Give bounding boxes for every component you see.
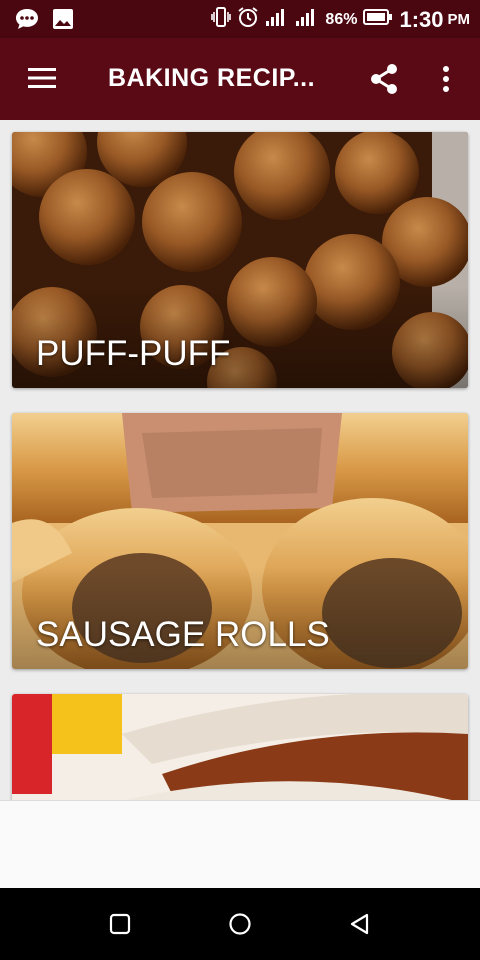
alarm-icon	[237, 6, 259, 33]
app-bar: BAKING RECIP...	[0, 38, 480, 120]
share-icon[interactable]	[368, 62, 400, 96]
third-recipe-photo	[12, 694, 468, 800]
status-bar: 86% 1:30 PM	[0, 0, 480, 38]
recipe-card-3[interactable]	[12, 694, 468, 800]
vibrate-icon	[211, 6, 232, 33]
menu-icon[interactable]	[26, 66, 58, 90]
app-title: BAKING RECIP...	[108, 64, 316, 92]
home-circle-icon[interactable]	[228, 912, 252, 936]
signal-icon-1	[265, 7, 289, 32]
back-triangle-icon[interactable]	[348, 912, 372, 936]
battery-icon	[363, 8, 393, 31]
signal-icon-2	[295, 7, 319, 32]
battery-percent: 86%	[325, 10, 358, 28]
message-icon	[14, 7, 40, 36]
recipe-title: PUFF-PUFF	[36, 334, 231, 373]
clock-ampm: PM	[447, 11, 471, 28]
recents-square-icon[interactable]	[108, 912, 132, 936]
more-vert-icon[interactable]	[434, 64, 458, 94]
bottom-empty-area	[0, 800, 480, 889]
recipe-title: SAUSAGE ROLLS	[36, 615, 330, 654]
recipe-list[interactable]: PUFF-PUFF SAUSAGE ROLLS	[0, 120, 480, 800]
clock-time: 1:30	[399, 6, 444, 32]
recipe-card-puff-puff[interactable]: PUFF-PUFF	[12, 132, 468, 388]
gallery-icon	[52, 8, 74, 35]
system-nav-bar	[0, 888, 480, 960]
recipe-card-sausage-rolls[interactable]: SAUSAGE ROLLS	[12, 413, 468, 669]
